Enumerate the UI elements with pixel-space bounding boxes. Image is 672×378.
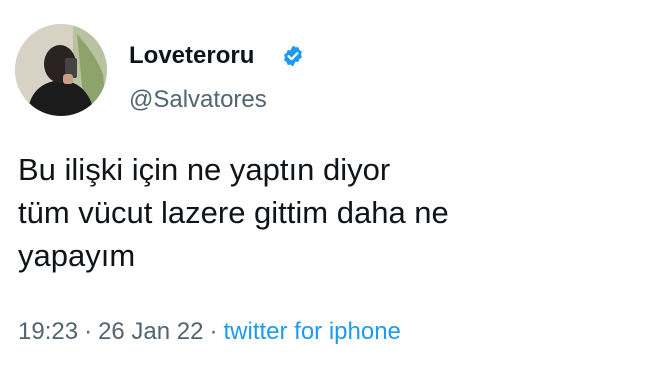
tweet-text-line: tüm vücut lazere gittim daha ne (18, 195, 449, 230)
verified-badge-icon (284, 45, 302, 67)
avatar-photo (15, 24, 107, 116)
tweet-card: Loveteroru @Salvatores Bu ilişki için ne… (0, 0, 672, 378)
tweet-text-line: yapayım (18, 238, 136, 273)
tweet-metadata: 19:23 · 26 Jan 22 · twitter for iphone (18, 316, 401, 348)
tweet-text-line: Bu ilişki için ne yaptın diyor (18, 152, 391, 187)
meta-separator: · (209, 318, 218, 345)
meta-separator: · (84, 318, 93, 345)
tweet-source-link[interactable]: twitter for iphone (223, 318, 400, 345)
tweet-date[interactable]: 26 Jan 22 (98, 318, 203, 345)
avatar[interactable] (15, 24, 107, 116)
user-handle[interactable]: @Salvatores (129, 86, 267, 114)
display-name[interactable]: Loveteroru (129, 42, 254, 70)
tweet-text: Bu ilişki için ne yaptın diyor tüm vücut… (18, 148, 658, 277)
tweet-time[interactable]: 19:23 (18, 318, 78, 345)
